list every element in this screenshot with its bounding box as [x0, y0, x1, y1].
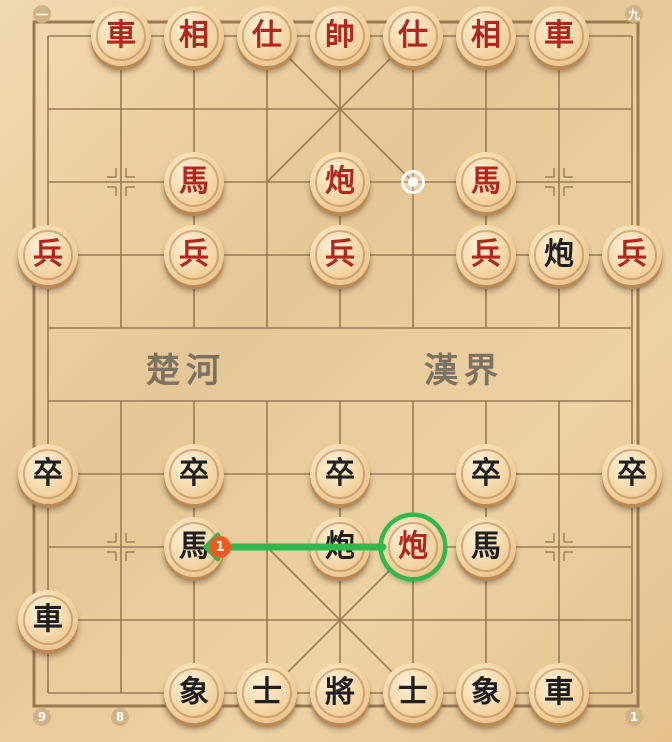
piece-glyph: 相 — [471, 18, 501, 53]
piece-glyph: 兵 — [179, 237, 209, 272]
piece-glyph: 馬 — [471, 164, 501, 199]
piece-glyph: 卒 — [471, 456, 501, 491]
black-piece[interactable]: 卒 — [310, 444, 370, 504]
piece-glyph: 象 — [179, 675, 209, 710]
black-piece[interactable]: 車 — [18, 590, 78, 650]
red-piece[interactable]: 車 — [91, 6, 151, 66]
piece-glyph: 馬 — [471, 529, 501, 564]
selected-red-piece[interactable]: 炮 — [383, 517, 443, 577]
red-piece[interactable]: 帥 — [310, 6, 370, 66]
black-piece[interactable]: 卒 — [18, 444, 78, 504]
black-piece[interactable]: 車 — [529, 663, 589, 723]
red-piece[interactable]: 相 — [164, 6, 224, 66]
piece-glyph: 車 — [544, 18, 574, 53]
red-piece[interactable]: 兵 — [602, 225, 662, 285]
piece-glyph: 馬 — [179, 164, 209, 199]
file-label-bottom-9: 9 — [33, 708, 51, 726]
red-piece[interactable]: 馬 — [164, 152, 224, 212]
black-piece[interactable]: 卒 — [456, 444, 516, 504]
red-piece[interactable]: 仕 — [383, 6, 443, 66]
piece-glyph: 卒 — [325, 456, 355, 491]
piece-glyph: 象 — [471, 675, 501, 710]
piece-glyph: 帥 — [325, 18, 355, 53]
red-piece[interactable]: 兵 — [164, 225, 224, 285]
black-piece[interactable]: 士 — [383, 663, 443, 723]
piece-glyph: 炮 — [325, 164, 355, 199]
piece-glyph: 車 — [33, 602, 63, 637]
red-piece[interactable]: 馬 — [456, 152, 516, 212]
piece-glyph: 將 — [325, 675, 355, 710]
black-piece[interactable]: 將 — [310, 663, 370, 723]
piece-glyph: 炮 — [325, 529, 355, 564]
river-text-chu-he: 楚河 — [146, 351, 226, 391]
piece-glyph: 兵 — [471, 237, 501, 272]
board-grid — [32, 20, 640, 708]
piece-glyph: 車 — [544, 675, 574, 710]
piece-glyph: 炮 — [544, 237, 574, 272]
black-piece[interactable]: 炮 — [310, 517, 370, 577]
red-piece[interactable]: 相 — [456, 6, 516, 66]
red-piece[interactable]: 炮 — [310, 152, 370, 212]
black-piece[interactable]: 馬 — [456, 517, 516, 577]
file-label-bottom-8: 8 — [111, 708, 129, 726]
move-number-badge: 1 — [209, 536, 231, 558]
file-label-top-right: 九 — [625, 5, 643, 23]
piece-glyph: 仕 — [252, 18, 282, 53]
black-piece[interactable]: 士 — [237, 663, 297, 723]
piece-glyph: 士 — [252, 675, 282, 710]
piece-glyph: 卒 — [617, 456, 647, 491]
red-piece[interactable]: 兵 — [310, 225, 370, 285]
red-piece[interactable]: 車 — [529, 6, 589, 66]
target-hint-dot[interactable] — [401, 170, 425, 194]
black-piece[interactable]: 炮 — [529, 225, 589, 285]
file-label-top-left: 一 — [33, 5, 51, 23]
piece-glyph: 仕 — [398, 18, 428, 53]
river-text-han-jie: 漢界 — [424, 351, 504, 391]
piece-glyph: 兵 — [617, 237, 647, 272]
piece-glyph: 車 — [106, 18, 136, 53]
piece-glyph: 卒 — [179, 456, 209, 491]
file-label-bottom-1: 1 — [625, 708, 643, 726]
black-piece[interactable]: 象 — [456, 663, 516, 723]
piece-glyph: 馬 — [179, 529, 209, 564]
black-piece[interactable]: 卒 — [164, 444, 224, 504]
red-piece[interactable]: 兵 — [456, 225, 516, 285]
black-piece[interactable]: 象 — [164, 663, 224, 723]
xiangqi-board[interactable]: 楚河 漢界 一 九 9 8 1 車相仕帥仕相車馬炮馬兵兵兵兵炮兵卒卒卒卒卒馬炮炮… — [0, 0, 672, 742]
red-piece[interactable]: 兵 — [18, 225, 78, 285]
piece-glyph: 士 — [398, 675, 428, 710]
piece-glyph: 炮 — [398, 529, 428, 564]
piece-glyph: 卒 — [33, 456, 63, 491]
piece-glyph: 兵 — [325, 237, 355, 272]
piece-glyph: 兵 — [33, 237, 63, 272]
black-piece[interactable]: 卒 — [602, 444, 662, 504]
piece-glyph: 相 — [179, 18, 209, 53]
red-piece[interactable]: 仕 — [237, 6, 297, 66]
